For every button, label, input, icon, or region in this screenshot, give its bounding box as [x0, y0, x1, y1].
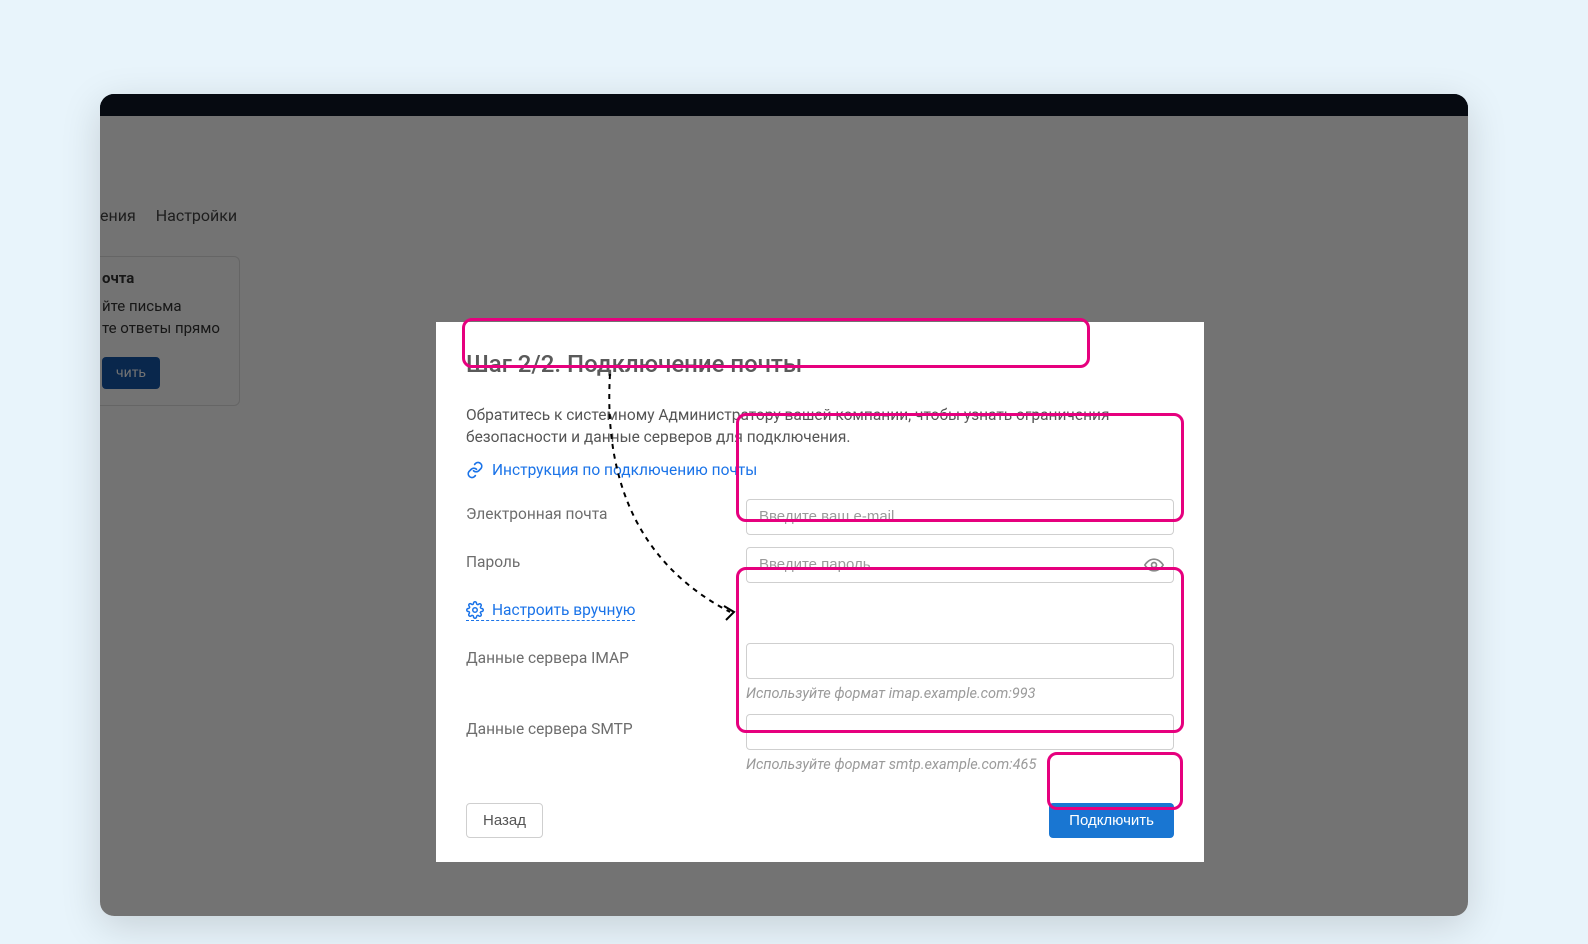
modal-footer: Назад Подключить [466, 803, 1174, 838]
email-row: Электронная почта [466, 499, 1174, 535]
imap-label: Данные сервера IMAP [466, 643, 746, 667]
manual-setup-link[interactable]: Настроить вручную [466, 601, 635, 621]
back-button[interactable]: Назад [466, 803, 543, 838]
gear-icon [466, 601, 484, 619]
admin-notice: Обратитесь к системному Администратору в… [466, 404, 1174, 449]
connect-button[interactable]: Подключить [1049, 803, 1174, 838]
email-input[interactable] [746, 499, 1174, 535]
imap-input[interactable] [746, 643, 1174, 679]
smtp-label: Данные сервера SMTP [466, 714, 746, 738]
smtp-hint: Используйте формат smtp.example.com:465 [746, 756, 1174, 773]
modal-title: Шаг 2/2. Подключение почты [466, 350, 1174, 378]
manual-setup-label: Настроить вручную [492, 601, 635, 619]
instruction-link[interactable]: Инструкция по подключению почты [466, 461, 757, 479]
link-icon [466, 461, 484, 479]
password-label: Пароль [466, 547, 746, 571]
password-input[interactable] [746, 547, 1174, 583]
smtp-row: Данные сервера SMTP Используйте формат s… [466, 714, 1174, 773]
eye-icon[interactable] [1144, 555, 1164, 575]
imap-hint: Используйте формат imap.example.com:993 [746, 685, 1174, 702]
password-row: Пароль [466, 547, 1174, 583]
instruction-link-label: Инструкция по подключению почты [492, 461, 757, 479]
app-window: ения Настройки очта йте письма те ответы… [100, 94, 1468, 916]
imap-row: Данные сервера IMAP Используйте формат i… [466, 643, 1174, 702]
connect-mail-modal: Шаг 2/2. Подключение почты Обратитесь к … [436, 322, 1204, 862]
email-label: Электронная почта [466, 499, 746, 523]
smtp-input[interactable] [746, 714, 1174, 750]
